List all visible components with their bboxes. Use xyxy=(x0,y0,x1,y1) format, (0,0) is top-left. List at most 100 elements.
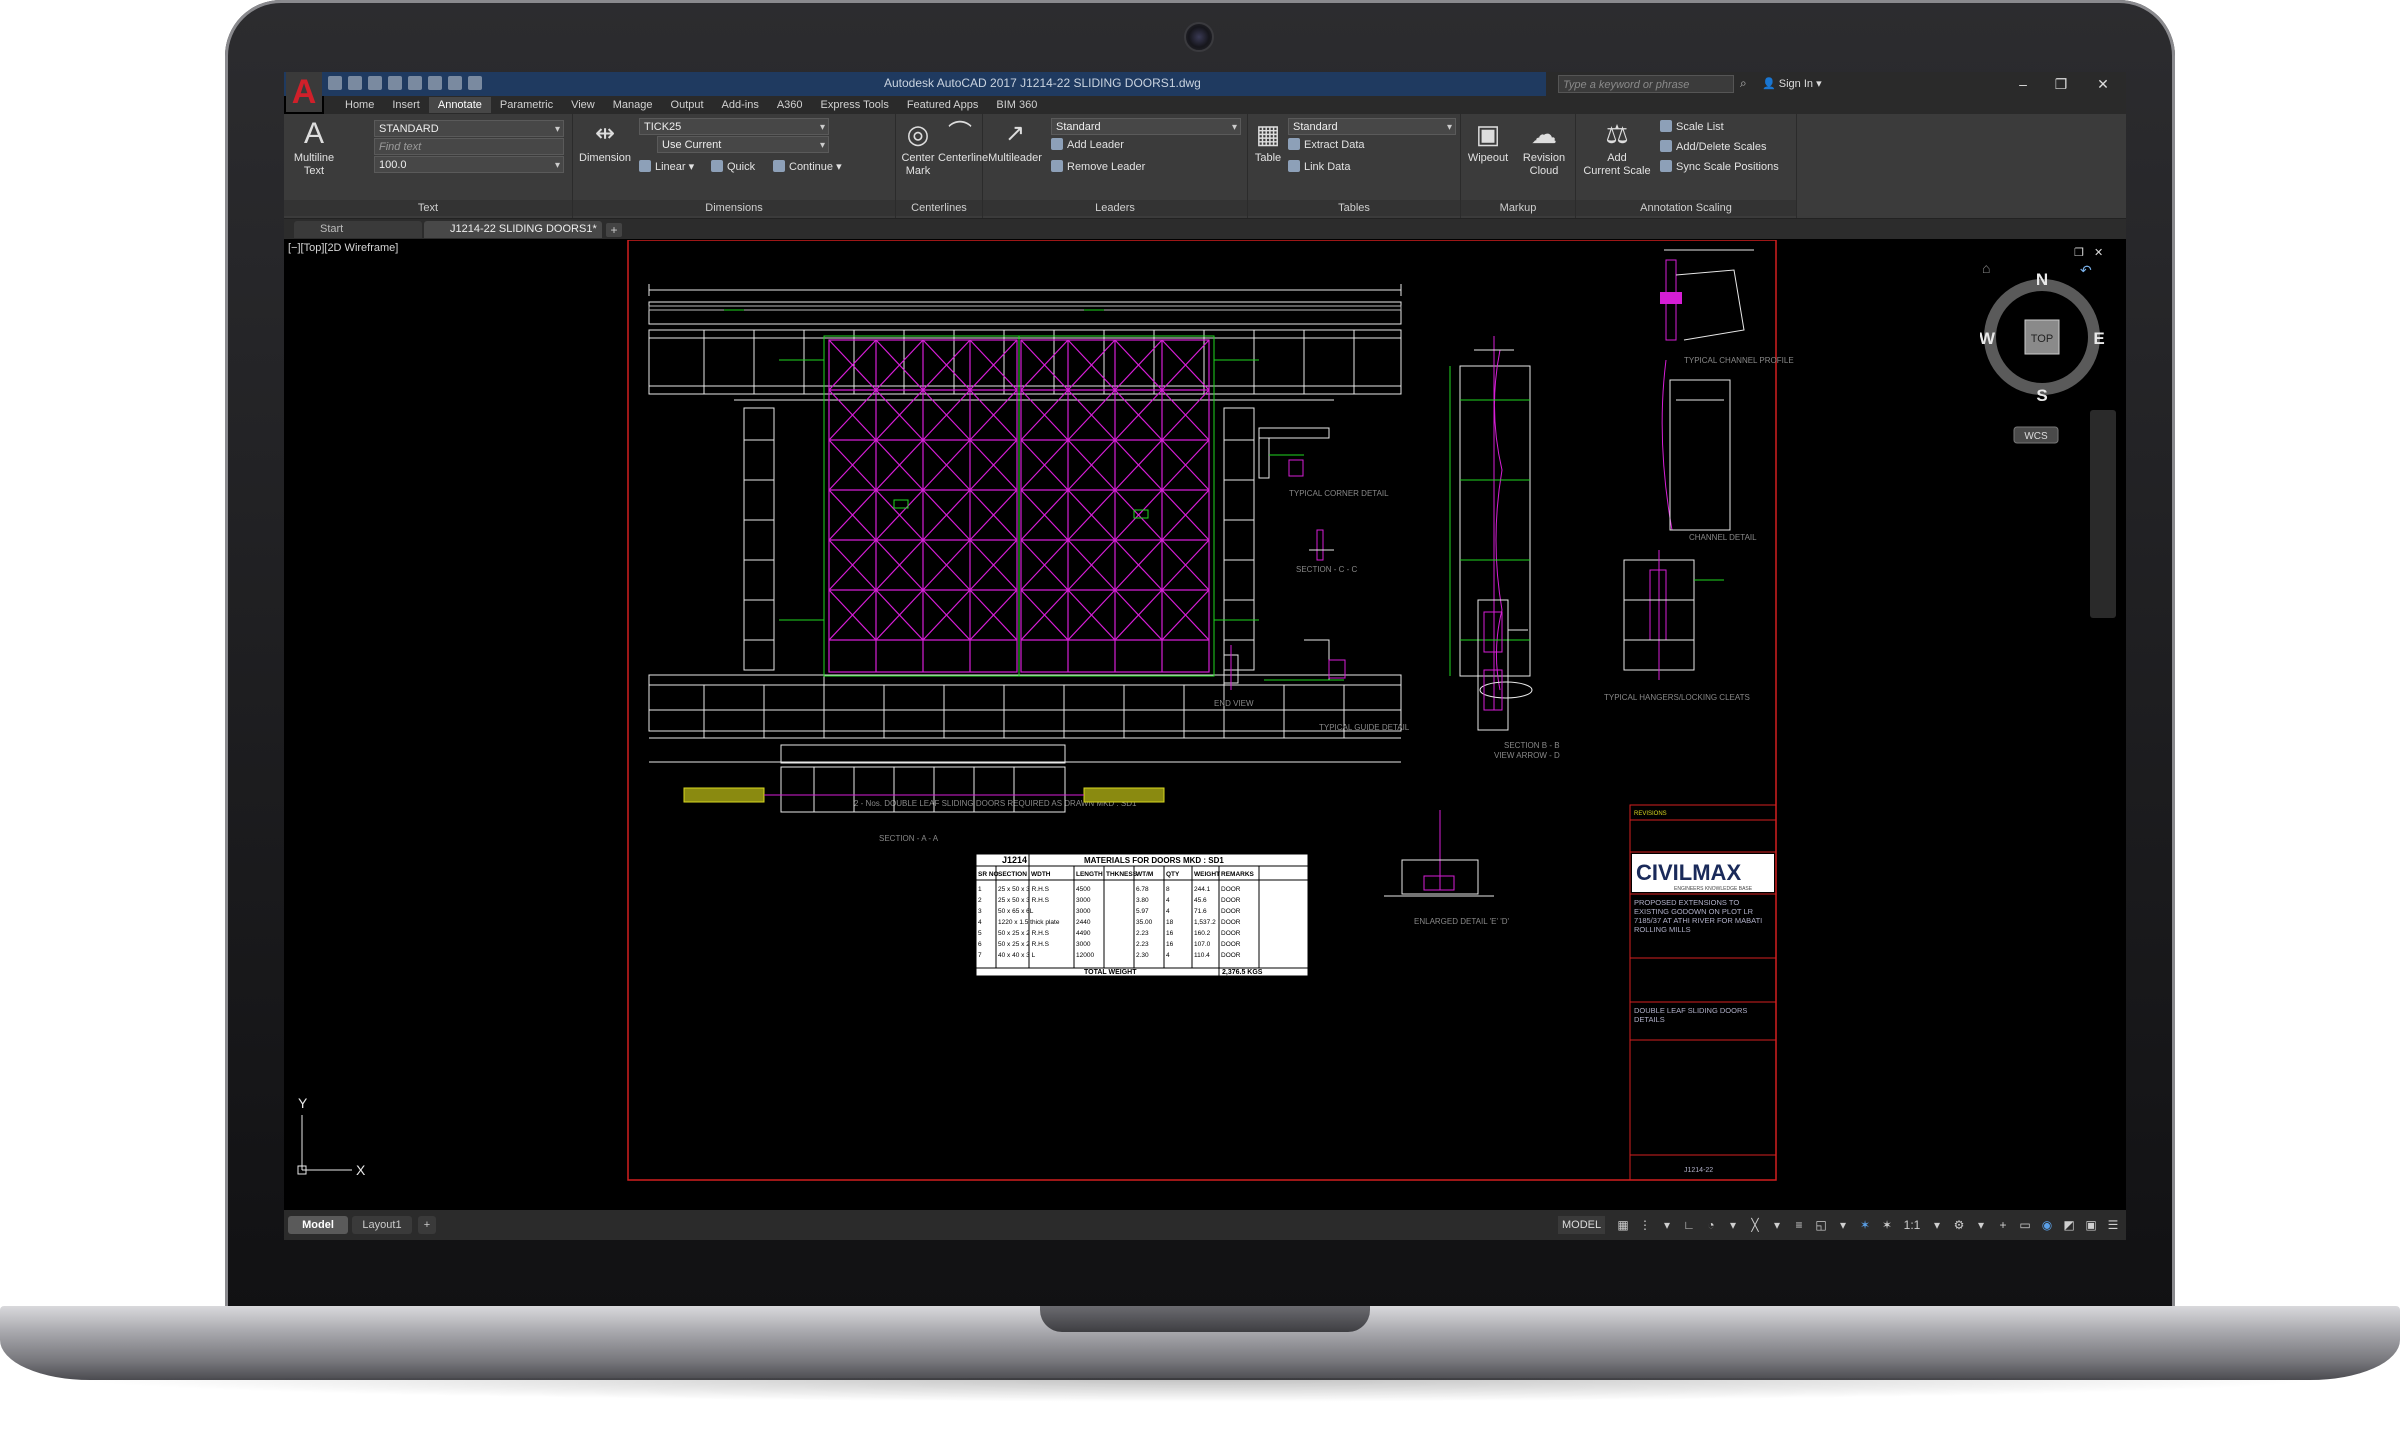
viewport-restore-icon[interactable]: ❐ xyxy=(2074,246,2084,259)
snap-icon[interactable]: ⋮ xyxy=(1638,1218,1652,1232)
add-current-scale-button[interactable]: ⚖ Add Current Scale xyxy=(1578,118,1656,178)
tab-parametric[interactable]: Parametric xyxy=(491,97,562,113)
multileader-button[interactable]: ↗ Multileader xyxy=(985,118,1045,165)
text-panel-title[interactable]: Text xyxy=(284,200,572,216)
polar-icon[interactable]: ◔ xyxy=(1704,1218,1718,1232)
layout1-tab[interactable]: Layout1 xyxy=(352,1216,412,1234)
model-tab[interactable]: Model xyxy=(288,1216,348,1234)
tab-express-tools[interactable]: Express Tools xyxy=(812,97,898,113)
tab-a360[interactable]: A360 xyxy=(768,97,812,113)
drawing-viewport[interactable]: [−][Top][2D Wireframe] 2 - Nos. DOUBLE L… xyxy=(284,240,2126,1210)
hardware-acceleration-icon[interactable]: ◩ xyxy=(2062,1218,2076,1232)
auto-scale-icon[interactable]: ✶ xyxy=(1880,1218,1894,1232)
customize-chevron-icon[interactable] xyxy=(468,76,482,90)
quick-button[interactable]: Quick xyxy=(711,160,755,173)
tab-insert[interactable]: Insert xyxy=(383,97,429,113)
annotation-visibility-icon[interactable]: ✶ xyxy=(1858,1218,1872,1232)
wcs-label: WCS xyxy=(2024,431,2048,442)
center-mark-button[interactable]: ◎ Center Mark xyxy=(898,118,938,178)
isolate-objects-icon[interactable]: ◉ xyxy=(2040,1218,2054,1232)
annotation-monitor-icon[interactable]: + xyxy=(1996,1218,2010,1232)
text-height-combo[interactable]: 100.0 xyxy=(374,156,564,173)
tab-view[interactable]: View xyxy=(562,97,604,113)
tab-output[interactable]: Output xyxy=(662,97,713,113)
find-text-input[interactable]: Find text xyxy=(374,138,564,155)
search-input[interactable]: Type a keyword or phrase xyxy=(1558,75,1734,93)
doc-tab-drawing[interactable]: J1214-22 SLIDING DOORS1* xyxy=(424,221,602,238)
ortho-icon[interactable]: ∟ xyxy=(1682,1218,1696,1232)
infer-icon[interactable]: ▾ xyxy=(1660,1218,1674,1232)
tables-panel-title[interactable]: Tables xyxy=(1248,200,1460,216)
doc-tab-start[interactable]: Start xyxy=(294,221,422,238)
tab-annotate[interactable]: Annotate xyxy=(428,97,491,113)
add-delete-scales-button[interactable]: Add/Delete Scales xyxy=(1660,140,1767,153)
close-button[interactable]: ✕ xyxy=(2090,74,2116,94)
save-icon[interactable] xyxy=(368,76,382,90)
dimensions-panel-title[interactable]: Dimensions xyxy=(573,200,895,216)
multiline-text-button[interactable]: A Multiline Text xyxy=(290,118,338,178)
workspace-menu-icon[interactable]: ▾ xyxy=(1974,1218,1988,1232)
label-section-aa: SECTION - A - A xyxy=(879,834,939,843)
binoculars-icon[interactable]: ⌕ xyxy=(1740,76,1754,90)
text-style-combo[interactable]: STANDARD xyxy=(374,120,564,137)
extract-data-button[interactable]: Extract Data xyxy=(1288,138,1365,151)
table-cell: 2 xyxy=(978,897,982,904)
dimension-button[interactable]: ⇹ Dimension xyxy=(577,118,633,165)
annotation-scale-label[interactable]: 1:1 xyxy=(1902,1218,1922,1232)
redo-icon[interactable] xyxy=(448,76,462,90)
print-icon[interactable] xyxy=(408,76,422,90)
scale-list-button[interactable]: Scale List xyxy=(1660,120,1724,133)
undo-icon[interactable] xyxy=(428,76,442,90)
table-button[interactable]: ▦ Table xyxy=(1250,118,1286,165)
object-snap-icon[interactable]: ╳ xyxy=(1748,1218,1762,1232)
new-tab-button[interactable]: + xyxy=(606,223,622,237)
sign-in-button[interactable]: 👤 Sign In ▾ xyxy=(1762,77,1822,90)
leaders-panel-title[interactable]: Leaders xyxy=(983,200,1247,216)
save-as-icon[interactable] xyxy=(388,76,402,90)
selection-cycling-icon[interactable]: ◱ xyxy=(1814,1218,1828,1232)
minimize-button[interactable]: – xyxy=(2010,74,2036,94)
linear-icon xyxy=(639,160,651,172)
add-layout-button[interactable]: + xyxy=(418,1216,436,1234)
open-icon[interactable] xyxy=(348,76,362,90)
leader-style-combo[interactable]: Standard xyxy=(1051,118,1241,135)
new-icon[interactable] xyxy=(328,76,342,90)
centerline-button[interactable]: ⌒ Centerline xyxy=(938,118,988,165)
app-menu-button[interactable]: A xyxy=(286,72,322,112)
model-space-button[interactable]: MODEL xyxy=(1558,1216,1606,1234)
tab-featured-apps[interactable]: Featured Apps xyxy=(898,97,988,113)
table-total-value: 2,376.5 KGS xyxy=(1222,969,1263,976)
table-style-combo[interactable]: Standard xyxy=(1288,118,1456,135)
remove-leader-button[interactable]: Remove Leader xyxy=(1051,160,1145,173)
tab-manage[interactable]: Manage xyxy=(604,97,662,113)
continue-button[interactable]: Continue ▾ xyxy=(773,160,842,173)
link-data-button[interactable]: Link Data xyxy=(1288,160,1350,173)
snap-menu-icon[interactable]: ▾ xyxy=(1770,1218,1784,1232)
wipeout-button[interactable]: ▣ Wipeout xyxy=(1463,118,1513,165)
dim-layer-combo[interactable]: Use Current xyxy=(657,136,829,153)
sync-scale-positions-button[interactable]: Sync Scale Positions xyxy=(1660,160,1779,173)
center-mark-label: Center Mark xyxy=(901,152,935,177)
linear-button[interactable]: Linear ▾ xyxy=(639,160,694,173)
table-cell: 8 xyxy=(1166,886,1170,893)
viewport-close-icon[interactable]: ✕ xyxy=(2094,246,2103,259)
dimension-icon: ⇹ xyxy=(594,120,616,147)
add-leader-button[interactable]: Add Leader xyxy=(1051,138,1124,151)
gizmo-icon[interactable]: ▾ xyxy=(1836,1218,1850,1232)
grid-icon[interactable]: ▦ xyxy=(1616,1218,1630,1232)
units-icon[interactable]: ▭ xyxy=(2018,1218,2032,1232)
tab-bim-360[interactable]: BIM 360 xyxy=(987,97,1046,113)
lineweight-icon[interactable]: ≡ xyxy=(1792,1218,1806,1232)
customization-icon[interactable]: ☰ xyxy=(2106,1218,2120,1232)
workspace-gear-icon[interactable]: ⚙ xyxy=(1952,1218,1966,1232)
restore-button[interactable]: ❐ xyxy=(2048,74,2074,94)
scale-menu-icon[interactable]: ▾ xyxy=(1930,1218,1944,1232)
revision-cloud-button[interactable]: ☁ Revision Cloud xyxy=(1517,118,1571,178)
tab-add-ins[interactable]: Add-ins xyxy=(713,97,768,113)
tab-home[interactable]: Home xyxy=(336,97,383,113)
isodraft-icon[interactable]: ▾ xyxy=(1726,1218,1740,1232)
clean-screen-icon[interactable]: ▣ xyxy=(2084,1218,2098,1232)
navigation-bar[interactable] xyxy=(2090,410,2116,618)
drawing-canvas[interactable]: 2 - Nos. DOUBLE LEAF SLIDING DOORS REQUI… xyxy=(284,240,2126,1210)
dim-style-combo[interactable]: TICK25 xyxy=(639,118,829,135)
